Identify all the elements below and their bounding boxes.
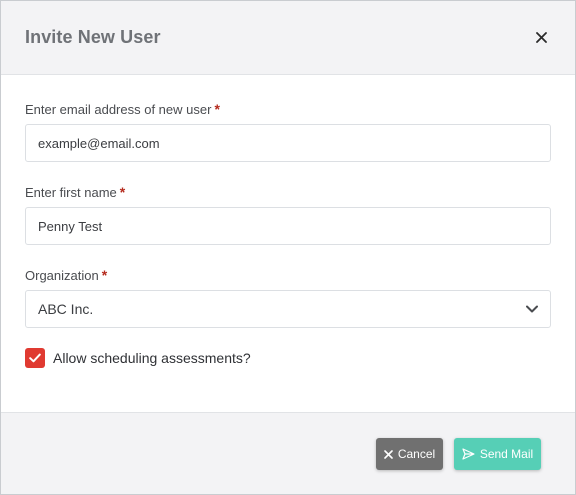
email-field[interactable] (25, 124, 551, 162)
email-label-text: Enter email address of new user (25, 102, 212, 117)
x-icon (384, 449, 393, 459)
close-icon (535, 32, 547, 43)
send-mail-button-label: Send Mail (479, 447, 534, 461)
first-name-label: Enter first name * (25, 184, 551, 200)
required-mark: * (214, 101, 220, 117)
send-mail-button[interactable]: Send Mail (454, 438, 541, 470)
invite-user-dialog: Invite New User Enter email address of n… (0, 0, 576, 495)
first-name-label-text: Enter first name (25, 185, 117, 200)
email-group: Enter email address of new user * (25, 101, 551, 162)
allow-scheduling-checkbox[interactable] (25, 348, 45, 368)
organization-select[interactable]: ABC Inc. (25, 290, 551, 328)
cancel-button-label: Cancel (397, 447, 436, 461)
check-icon (29, 353, 41, 363)
organization-label-text: Organization (25, 268, 99, 283)
first-name-field[interactable] (25, 207, 551, 245)
dialog-title: Invite New User (25, 27, 161, 47)
allow-scheduling-label: Allow scheduling assessments? (53, 350, 251, 366)
paper-plane-icon (462, 448, 475, 460)
allow-scheduling-row: Allow scheduling assessments? (25, 348, 551, 368)
organization-label: Organization * (25, 267, 551, 283)
dialog-body: Enter email address of new user* Enter f… (1, 75, 575, 411)
required-mark: * (119, 184, 126, 200)
organization-selected-value: ABC Inc. (38, 301, 94, 317)
required-mark: * (101, 267, 108, 283)
close-button[interactable] (531, 28, 551, 48)
chevron-down-icon (526, 305, 538, 313)
cancel-button[interactable]: Cancel (376, 438, 443, 470)
first-name-group: Enter first name * (25, 184, 551, 245)
dialog-footer: Cancel Send Mail (1, 412, 575, 494)
dialog-header: Invite New User (1, 1, 575, 75)
organization-group: Organization * ABC Inc. (25, 267, 551, 328)
email-label: Enter email address of new user * (25, 101, 551, 117)
